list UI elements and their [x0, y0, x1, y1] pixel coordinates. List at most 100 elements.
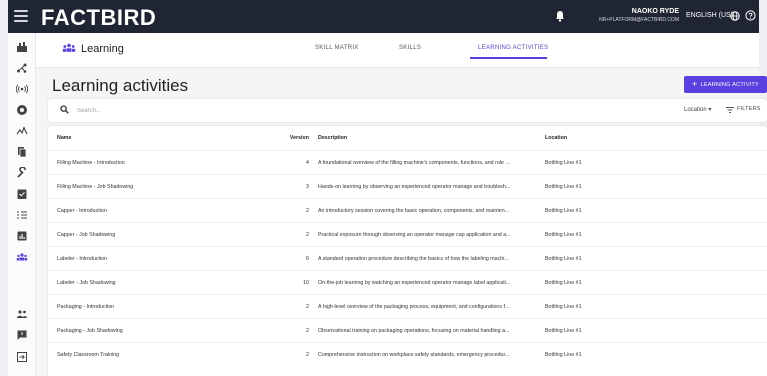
language-selector[interactable]: ENGLISH (US) — [686, 12, 733, 19]
sidebar-item-dashboard[interactable] — [16, 41, 28, 53]
dashboard-icon — [17, 42, 27, 52]
table-row[interactable]: Packaging - Job Shadowing 2 Observationa… — [48, 318, 767, 342]
cell-location: Bottling Line #1 — [545, 160, 582, 166]
flow-icon — [17, 63, 27, 73]
learning-activities-table: Name Version Description Location Fillin… — [48, 126, 767, 376]
search-input[interactable] — [77, 104, 377, 117]
table-row[interactable]: Packaging - Introduction 2 A high-level … — [48, 294, 767, 318]
cell-version: 6 — [306, 256, 309, 262]
sidebar-item-reports[interactable] — [16, 230, 28, 242]
sensor-icon — [16, 84, 28, 94]
cell-location: Bottling Line #1 — [545, 328, 582, 334]
cell-version: 2 — [306, 232, 309, 238]
sidebar-item-documents[interactable] — [16, 146, 28, 158]
cell-location: Bottling Line #1 — [545, 208, 582, 214]
sidebar-item-lists[interactable] — [16, 209, 28, 221]
table-row[interactable]: Capper - Job Shadowing 2 Practical expos… — [48, 222, 767, 246]
cell-version: 2 — [306, 304, 309, 310]
cell-version: 2 — [306, 208, 309, 214]
cell-name: Packaging - Introduction — [57, 304, 115, 310]
cell-description: Comprehensive instruction on workplace s… — [318, 352, 510, 358]
activity-icon — [16, 126, 28, 135]
table-row[interactable]: Safety Classroom Training 2 Comprehensiv… — [48, 342, 767, 366]
bell-icon[interactable] — [555, 10, 565, 22]
cell-location: Bottling Line #1 — [545, 352, 582, 358]
filter-icon[interactable] — [726, 107, 734, 113]
sidebar-item-people[interactable] — [16, 308, 28, 320]
cell-name: Safety Classroom Training — [57, 352, 120, 358]
logout-icon — [17, 352, 27, 362]
cell-version: 2 — [306, 328, 309, 334]
cell-description: Hands-on learning by observing an experi… — [318, 184, 511, 190]
cell-version: 2 — [306, 352, 309, 358]
cell-name: Labeler - Introduction — [57, 256, 108, 262]
sidebar-item-sensors[interactable] — [16, 83, 28, 95]
list-icon — [17, 211, 27, 219]
column-header-location[interactable]: Location — [545, 135, 665, 141]
table-row[interactable]: Filling Machine - Job Shadowing 3 Hands-… — [48, 174, 767, 198]
cell-location: Bottling Line #1 — [545, 280, 582, 286]
globe-icon[interactable] — [730, 11, 740, 21]
column-header-description[interactable]: Description — [318, 135, 536, 141]
cell-location: Bottling Line #1 — [545, 184, 582, 190]
table-row[interactable]: Labeler - Job Shadowing 10 On-the-job le… — [48, 270, 767, 294]
user-name: NAOKO RYDE — [631, 8, 679, 15]
cell-version: 3 — [306, 184, 309, 190]
sidebar-item-checklists[interactable] — [16, 188, 28, 200]
sidebar-item-flow[interactable] — [16, 62, 28, 74]
tab-learning-activities[interactable]: LEARNING ACTIVITIES — [478, 45, 548, 51]
feedback-icon — [17, 330, 27, 340]
cell-description: Practical exposure through observing an … — [318, 232, 511, 238]
help-icon[interactable] — [745, 10, 756, 21]
people-icon — [17, 310, 27, 318]
cell-location: Bottling Line #1 — [545, 304, 582, 310]
cell-description: On-the-job learning by watching an exper… — [318, 280, 511, 286]
documents-icon — [18, 147, 27, 158]
cell-description: A standard operation procedure describin… — [318, 256, 509, 262]
add-button-label: LEARNING ACTIVITY — [700, 82, 759, 88]
add-learning-activity-button[interactable]: + LEARNING ACTIVITY — [684, 76, 767, 93]
cell-version: 4 — [306, 160, 309, 166]
sidebar-item-settings[interactable] — [16, 104, 28, 116]
table-row[interactable]: Capper - Introduction 2 An introductory … — [48, 198, 767, 222]
section-title: Learning — [81, 43, 124, 55]
top-bar: FACTBIRD NAOKO RYDE NR+PLATFORM@FACTBIRD… — [8, 0, 759, 33]
chevron-down-icon: ▾ — [708, 107, 712, 113]
sidebar-item-logout[interactable] — [16, 351, 28, 363]
sidebar — [8, 33, 36, 376]
filters-button[interactable]: FILTERS — [737, 106, 761, 112]
cell-version: 10 — [303, 280, 309, 286]
tab-skills[interactable]: SKILLS — [399, 45, 421, 51]
active-tab-indicator — [470, 57, 547, 59]
wrench-icon — [17, 167, 26, 178]
cell-description: An introductory session covering the bas… — [318, 208, 510, 214]
cell-description: A high-level overview of the packaging p… — [318, 304, 510, 310]
cell-name: Labeler - Job Shadowing — [57, 280, 116, 286]
column-header-version[interactable]: Version — [248, 135, 309, 141]
sidebar-item-feedback[interactable] — [16, 329, 28, 341]
sidebar-item-activity[interactable] — [16, 125, 28, 137]
table-row[interactable]: Filling Machine - Introduction 4 A found… — [48, 150, 767, 174]
cell-name: Packaging - Job Shadowing — [57, 328, 123, 334]
cell-description: A foundational overview of the filling m… — [318, 160, 510, 166]
report-icon — [17, 231, 27, 241]
sidebar-item-learning[interactable] — [16, 251, 28, 263]
factbird-logo: FACTBIRD — [41, 5, 157, 30]
search-icon — [60, 105, 69, 114]
column-header-name[interactable]: Name — [57, 135, 257, 141]
cell-location: Bottling Line #1 — [545, 232, 582, 238]
cell-name: Filling Machine - Introduction — [57, 160, 125, 166]
table-row[interactable]: Labeler - Introduction 6 A standard oper… — [48, 246, 767, 270]
hamburger-menu-icon[interactable] — [14, 10, 28, 23]
location-filter-dropdown[interactable]: Location ▾ — [684, 106, 711, 113]
cell-name: Capper - Job Shadowing — [57, 232, 116, 238]
tab-skill-matrix[interactable]: SKILL MATRIX — [315, 45, 359, 51]
settings-dial-icon — [17, 105, 27, 115]
checklist-icon — [17, 189, 27, 199]
cell-description: Observational training on packaging oper… — [318, 328, 510, 334]
cell-name: Capper - Introduction — [57, 208, 107, 214]
location-filter-label: Location — [684, 107, 707, 113]
sidebar-item-maintenance[interactable] — [16, 167, 28, 179]
search-bar: Location ▾ FILTERS — [48, 99, 767, 122]
user-account[interactable]: NAOKO RYDE NR+PLATFORM@FACTBIRD.COM — [571, 8, 679, 24]
